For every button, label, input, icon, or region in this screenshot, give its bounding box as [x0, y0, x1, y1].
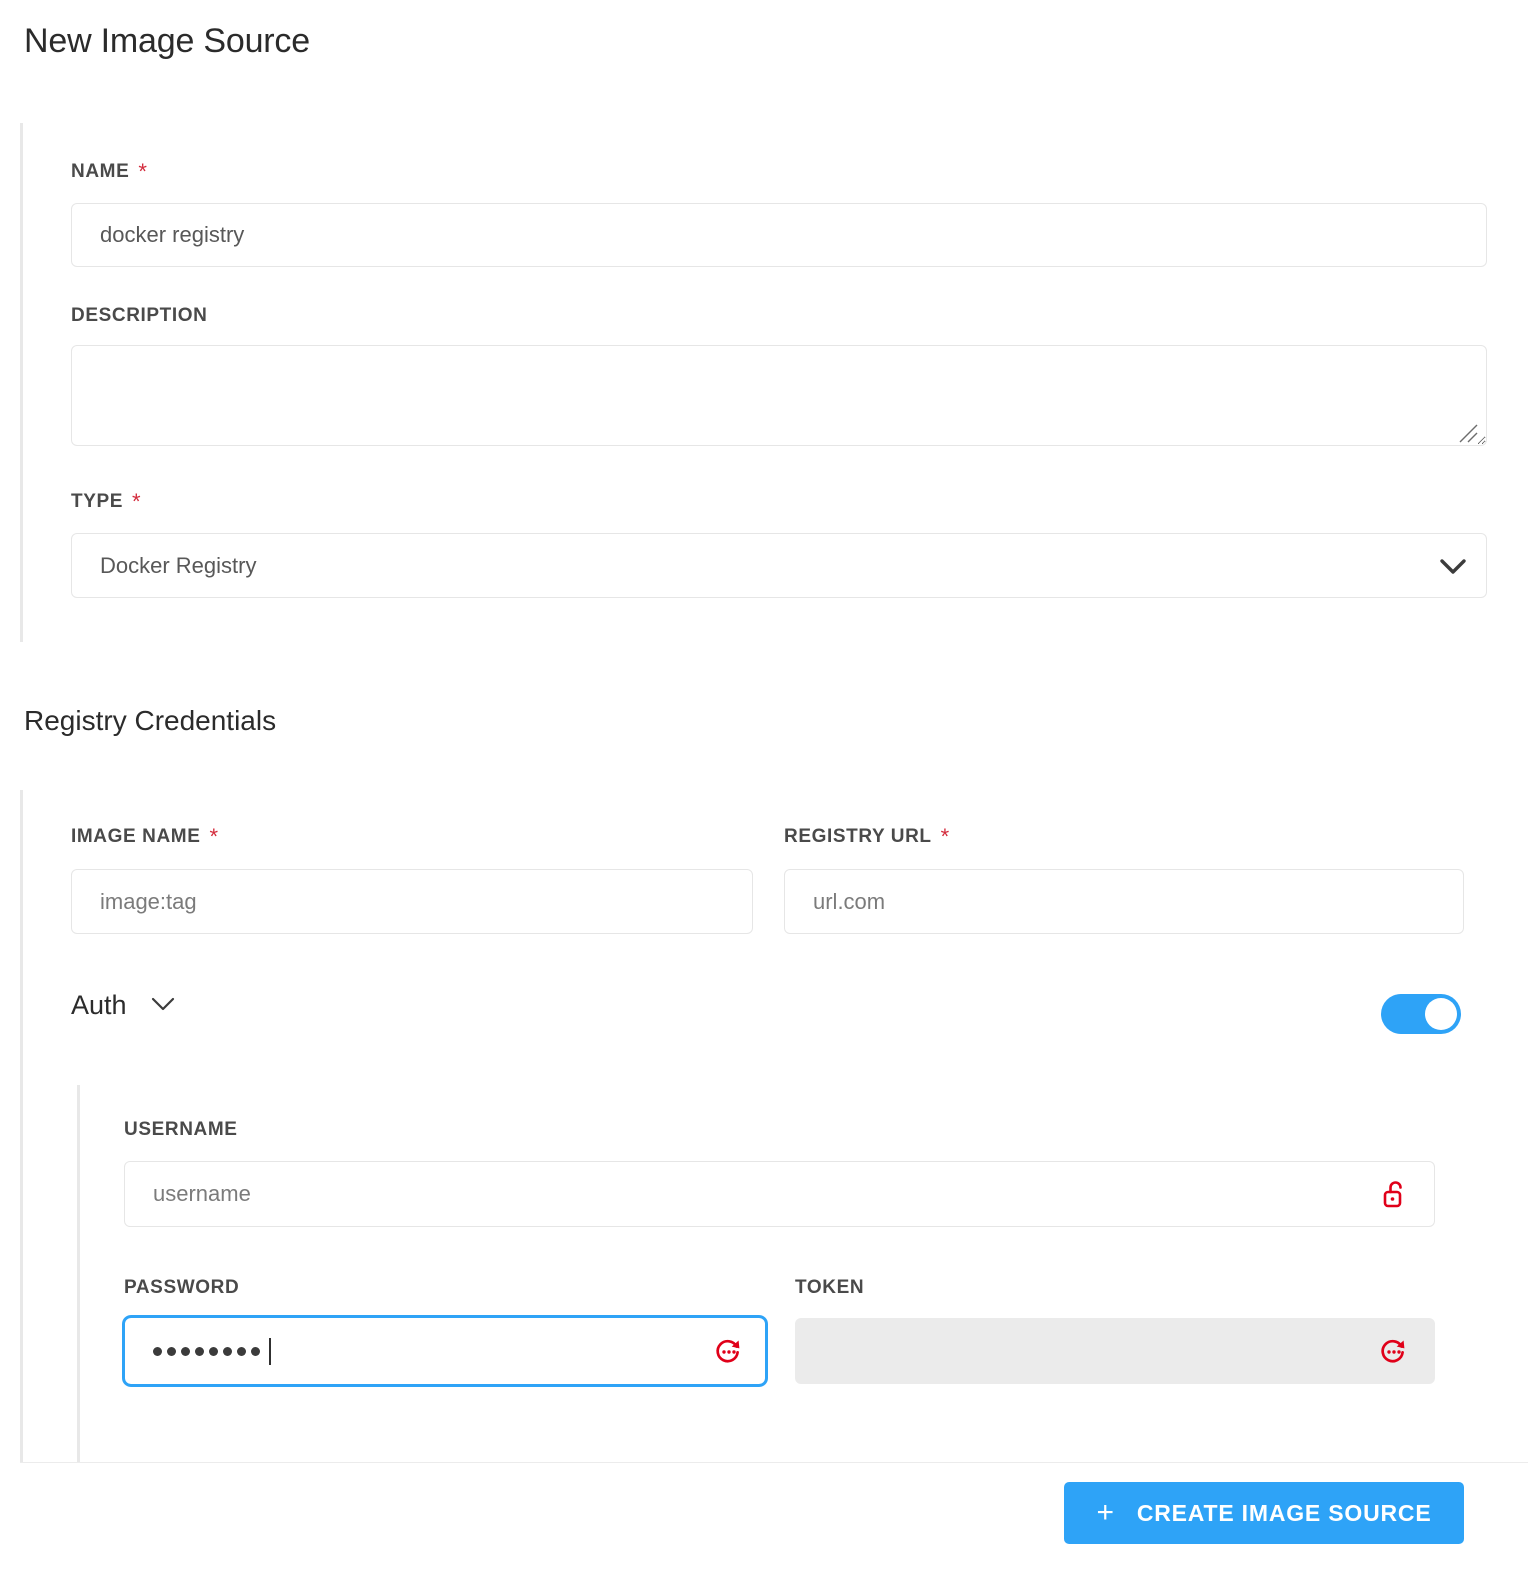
type-label: TYPE *	[71, 491, 141, 513]
registry-url-required-asterisk: *	[940, 824, 950, 849]
password-label-text: PASSWORD	[124, 1277, 240, 1298]
section-accent-bar-basic	[20, 123, 23, 642]
name-label-text: NAME	[71, 161, 130, 182]
create-image-source-button[interactable]: + CREATE IMAGE SOURCE	[1064, 1482, 1464, 1544]
description-label-text: DESCRIPTION	[71, 305, 208, 326]
password-masked-value	[153, 1337, 713, 1365]
rotate-dots-icon[interactable]	[1378, 1336, 1408, 1366]
type-select-value: Docker Registry	[100, 552, 257, 578]
text-caret	[269, 1337, 271, 1365]
type-label-text: TYPE	[71, 491, 124, 512]
username-label-text: USERNAME	[124, 1119, 238, 1140]
image-name-placeholder: image:tag	[100, 888, 197, 914]
type-required-asterisk: *	[132, 489, 142, 514]
chevron-down-icon[interactable]	[1438, 556, 1468, 576]
password-label: PASSWORD	[124, 1277, 239, 1299]
type-select[interactable]: Docker Registry	[71, 533, 1487, 598]
registry-url-label-text: REGISTRY URL	[784, 826, 932, 847]
image-name-input[interactable]: image:tag	[71, 869, 753, 934]
name-label: NAME *	[71, 161, 148, 183]
image-name-label-text: IMAGE NAME	[71, 826, 201, 847]
page-title: New Image Source	[24, 22, 310, 60]
auth-toggle-switch[interactable]	[1381, 994, 1461, 1034]
plus-icon: +	[1096, 1496, 1115, 1529]
name-input[interactable]: docker registry	[71, 203, 1487, 267]
registry-url-label: REGISTRY URL *	[784, 826, 950, 848]
registry-url-input[interactable]: url.com	[784, 869, 1464, 934]
create-image-source-label: CREATE IMAGE SOURCE	[1136, 1499, 1432, 1526]
section-accent-bar-auth	[77, 1085, 80, 1463]
token-label-text: TOKEN	[795, 1277, 865, 1298]
name-input-value: docker registry	[100, 222, 245, 247]
auth-label: Auth	[71, 990, 127, 1020]
auth-toggle-header[interactable]: Auth	[71, 990, 177, 1021]
username-label: USERNAME	[124, 1119, 238, 1141]
username-placeholder: username	[153, 1181, 251, 1206]
unlocked-padlock-icon[interactable]	[1382, 1179, 1408, 1209]
image-name-required-asterisk: *	[209, 824, 219, 849]
registry-url-placeholder: url.com	[813, 888, 886, 914]
token-input	[795, 1318, 1435, 1384]
username-input[interactable]: username	[124, 1161, 1435, 1227]
footer-divider	[20, 1462, 1528, 1463]
credentials-heading: Registry Credentials	[24, 705, 277, 736]
name-required-asterisk: *	[138, 159, 148, 184]
chevron-down-icon[interactable]	[149, 994, 177, 1017]
description-textarea[interactable]	[71, 345, 1487, 446]
password-input[interactable]	[122, 1315, 768, 1387]
toggle-knob	[1425, 998, 1457, 1030]
token-label: TOKEN	[795, 1277, 864, 1299]
image-name-label: IMAGE NAME *	[71, 826, 219, 848]
section-accent-bar-credentials	[20, 790, 23, 1463]
description-label: DESCRIPTION	[71, 305, 207, 327]
rotate-dots-icon[interactable]	[713, 1336, 743, 1366]
